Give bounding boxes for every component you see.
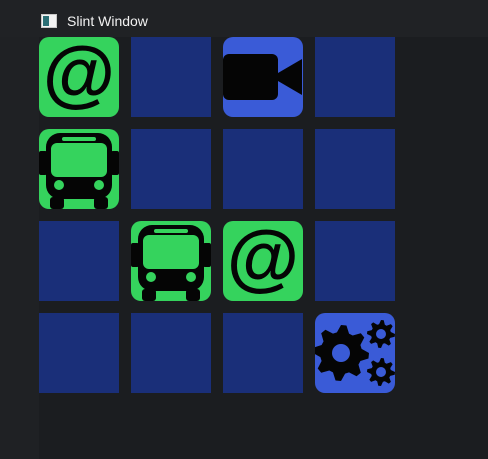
at-sign-icon: @ xyxy=(43,37,115,114)
tile-hidden[interactable] xyxy=(223,129,303,209)
at-sign-icon: @ xyxy=(227,221,299,298)
left-margin xyxy=(0,37,39,459)
tile-revealed[interactable]: @ xyxy=(223,221,303,301)
tile-revealed[interactable] xyxy=(223,37,303,117)
tile-hidden[interactable] xyxy=(131,313,211,393)
svg-text:@: @ xyxy=(43,37,115,114)
tile-hidden[interactable] xyxy=(223,313,303,393)
app-window: Slint Window @ @ xyxy=(0,0,488,459)
window-title: Slint Window xyxy=(67,13,148,29)
tile-hidden[interactable] xyxy=(39,313,119,393)
tile-hidden[interactable] xyxy=(131,37,211,117)
window-icon xyxy=(41,14,57,28)
tile-revealed[interactable] xyxy=(131,221,211,301)
tile-hidden[interactable] xyxy=(315,129,395,209)
bus-icon xyxy=(39,133,119,209)
video-camera-icon xyxy=(223,54,302,100)
title-bar: Slint Window xyxy=(0,0,488,37)
tile-hidden[interactable] xyxy=(39,221,119,301)
game-board: @ @ xyxy=(39,37,488,459)
tile-revealed[interactable] xyxy=(39,129,119,209)
bus-icon xyxy=(131,225,211,301)
tile-revealed[interactable] xyxy=(315,313,395,393)
svg-text:@: @ xyxy=(227,221,299,298)
tile-hidden[interactable] xyxy=(315,37,395,117)
tile-hidden[interactable] xyxy=(315,221,395,301)
tile-revealed[interactable]: @ xyxy=(39,37,119,117)
tile-hidden[interactable] xyxy=(131,129,211,209)
gears-icon xyxy=(315,320,395,386)
